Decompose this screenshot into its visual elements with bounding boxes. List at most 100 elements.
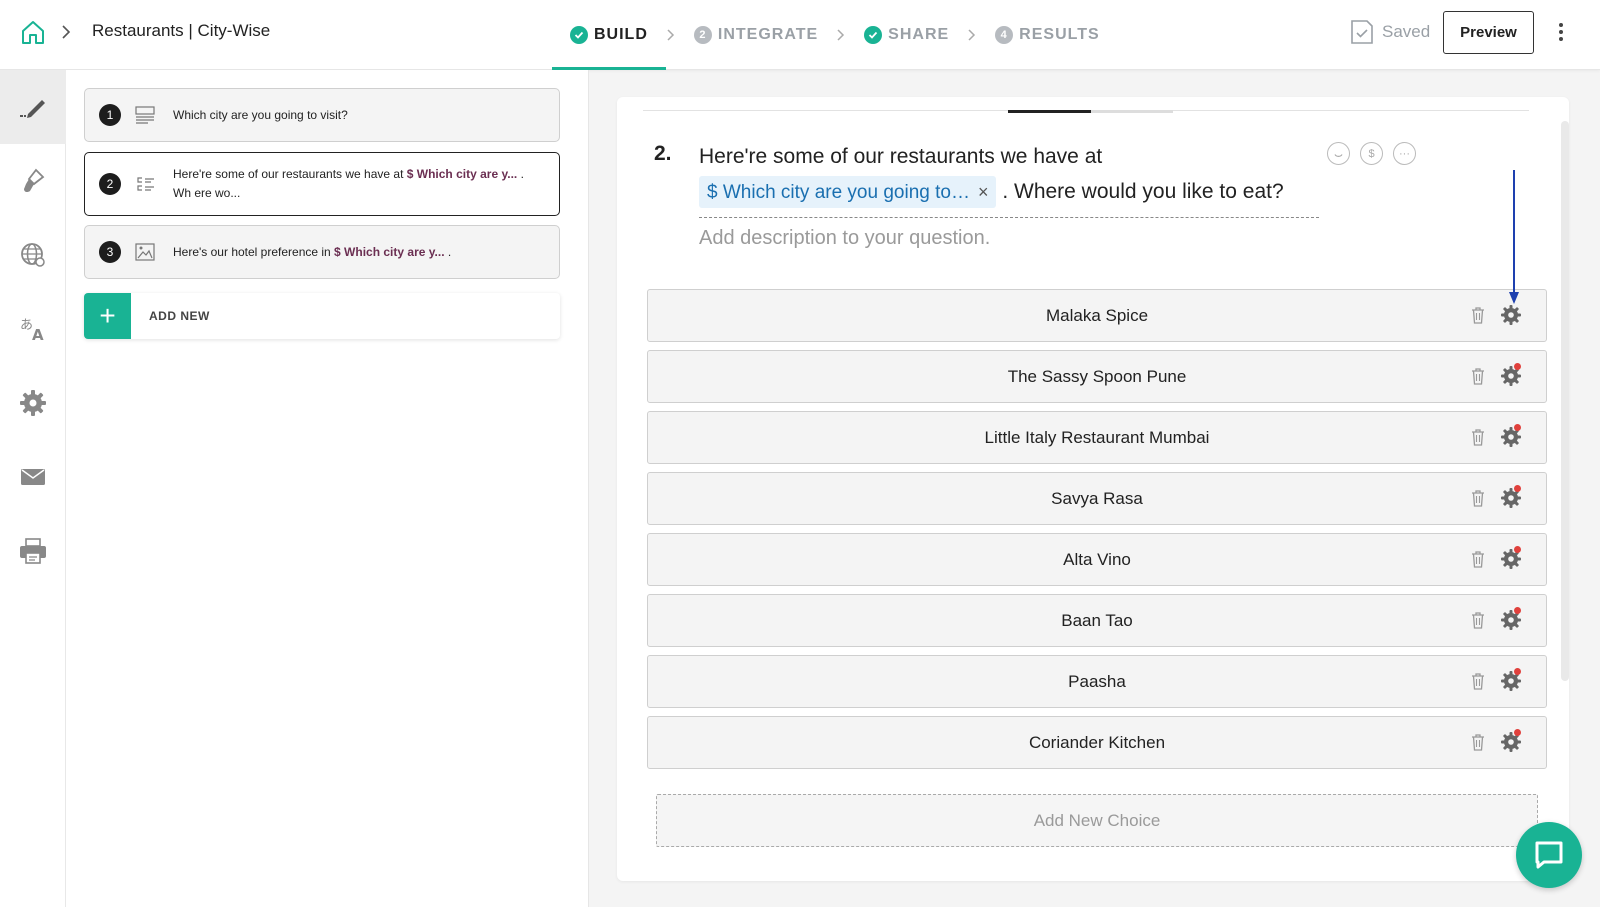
choice-row[interactable]: Little Italy Restaurant Mumbai xyxy=(647,411,1547,464)
question-title-input[interactable]: Here're some of our restaurants we have … xyxy=(699,139,1319,209)
add-new-choice-button[interactable]: Add New Choice xyxy=(656,794,1538,847)
trash-icon[interactable] xyxy=(1471,367,1485,385)
preview-button[interactable]: Preview xyxy=(1443,11,1534,54)
check-circle-icon xyxy=(864,26,883,44)
piped-field: $ Which city are y... xyxy=(406,167,518,181)
notification-dot xyxy=(1514,668,1521,675)
step-results[interactable]: 4 RESULTS xyxy=(977,0,1117,70)
choice-label[interactable]: Baan Tao xyxy=(648,595,1546,646)
question-number-badge: 3 xyxy=(99,241,121,263)
saved-status: Saved xyxy=(1350,19,1430,45)
text-icon xyxy=(135,106,155,124)
page-progress xyxy=(1008,110,1173,113)
choice-row[interactable]: Savya Rasa xyxy=(647,472,1547,525)
left-rail: あ A xyxy=(0,70,66,907)
chevron-right-icon xyxy=(667,29,674,41)
step-build-label: BUILD xyxy=(594,26,648,43)
choice-label[interactable]: The Sassy Spoon Pune xyxy=(648,351,1546,402)
question-list-panel: 1 Which city are you going to visit? 2 H… xyxy=(66,70,589,907)
page-progress-fill xyxy=(1008,110,1091,113)
trash-icon[interactable] xyxy=(1471,733,1485,751)
choice-row[interactable]: Alta Vino xyxy=(647,533,1547,586)
chevron-right-icon xyxy=(968,29,976,41)
choice-label[interactable]: Little Italy Restaurant Mumbai xyxy=(648,412,1546,463)
choice-row[interactable]: Coriander Kitchen xyxy=(647,716,1547,769)
divider xyxy=(699,217,1319,218)
smiley-icon[interactable] xyxy=(1327,142,1350,165)
notification-dot xyxy=(1514,729,1521,736)
notification-dot xyxy=(1514,546,1521,553)
dollar-icon[interactable]: $ xyxy=(1360,142,1383,165)
question-card-3[interactable]: 3 Here's our hotel preference in $ Which… xyxy=(84,225,560,279)
question-number: 2. xyxy=(654,142,672,165)
mail-icon xyxy=(21,469,45,485)
choice-list-icon xyxy=(137,177,154,191)
globe-icon xyxy=(21,243,45,267)
chevron-right-icon xyxy=(62,25,71,39)
rail-item-settings[interactable] xyxy=(0,366,66,440)
svg-text:A: A xyxy=(32,326,44,343)
trash-icon[interactable] xyxy=(1471,550,1485,568)
choice-row[interactable]: Baan Tao xyxy=(647,594,1547,647)
question-text-part: Here're some of our restaurants we have … xyxy=(173,167,407,181)
question-card-2[interactable]: 2 Here're some of our restaurants we hav… xyxy=(84,152,560,216)
choice-label[interactable]: Paasha xyxy=(648,656,1546,707)
trash-icon[interactable] xyxy=(1471,672,1485,690)
close-icon[interactable]: × xyxy=(978,175,989,210)
rail-item-email[interactable] xyxy=(0,440,66,514)
question-text: Which city are you going to visit? xyxy=(173,107,348,122)
chat-widget-button[interactable] xyxy=(1516,822,1582,888)
question-text: Here's our hotel preference in $ Which c… xyxy=(173,243,543,262)
step-results-label: RESULTS xyxy=(1019,26,1100,43)
gear-icon xyxy=(20,390,46,416)
question-toolbar: $ ··· xyxy=(1327,142,1416,165)
home-icon[interactable] xyxy=(20,19,46,45)
translate-icon: あ A xyxy=(20,318,44,343)
question-editor: 2. Here're some of our restaurants we ha… xyxy=(617,97,1569,881)
question-number-badge: 1 xyxy=(99,104,121,126)
choice-label[interactable]: Coriander Kitchen xyxy=(648,717,1546,768)
step-share[interactable]: SHARE xyxy=(846,0,967,70)
notification-dot xyxy=(1514,363,1521,370)
add-new-label: ADD NEW xyxy=(149,309,210,323)
choice-label[interactable]: Alta Vino xyxy=(648,534,1546,585)
rail-item-print[interactable] xyxy=(0,514,66,588)
question-number-badge: 2 xyxy=(99,173,121,195)
chevron-right-icon xyxy=(837,29,845,41)
question-text-part: Here's our hotel preference in xyxy=(173,244,335,259)
choice-row[interactable]: The Sassy Spoon Pune xyxy=(647,350,1547,403)
printer-icon xyxy=(20,538,46,564)
scrollbar[interactable] xyxy=(1561,121,1569,681)
check-circle-icon xyxy=(570,26,588,44)
step-build[interactable]: BUILD xyxy=(552,0,666,70)
chat-icon xyxy=(1535,841,1563,869)
trash-icon[interactable] xyxy=(1471,611,1485,629)
add-new-question-button[interactable]: + ADD NEW xyxy=(84,293,560,339)
rail-item-translate[interactable]: あ A xyxy=(0,292,66,366)
question-title-text: Here're some of our restaurants we have … xyxy=(699,145,1103,168)
piped-field-chip[interactable]: $ Which city are you going to… × xyxy=(699,175,997,210)
choice-row[interactable]: Paasha xyxy=(647,655,1547,708)
choice-label[interactable]: Malaka Spice xyxy=(648,290,1546,341)
rail-item-web[interactable] xyxy=(0,218,66,292)
trash-icon[interactable] xyxy=(1471,306,1485,324)
more-horizontal-icon[interactable]: ··· xyxy=(1393,142,1416,165)
more-vertical-icon[interactable] xyxy=(1556,20,1566,44)
trash-icon[interactable] xyxy=(1471,428,1485,446)
choice-label[interactable]: Savya Rasa xyxy=(648,473,1546,524)
step-integrate[interactable]: 2 INTEGRATE xyxy=(676,0,836,70)
rail-item-design[interactable] xyxy=(0,144,66,218)
choice-row[interactable]: Malaka Spice xyxy=(647,289,1547,342)
piped-field: $ Which city are y... xyxy=(334,244,445,259)
question-card-1[interactable]: 1 Which city are you going to visit? xyxy=(84,88,560,142)
edit-icon xyxy=(20,100,45,118)
notification-dot xyxy=(1514,607,1521,614)
rail-item-build[interactable] xyxy=(0,70,66,144)
paint-brush-icon xyxy=(24,168,45,193)
step-number-badge: 4 xyxy=(995,26,1014,44)
trash-icon[interactable] xyxy=(1471,489,1485,507)
question-text: Here're some of our restaurants we have … xyxy=(173,165,543,203)
step-number-badge: 2 xyxy=(693,26,712,44)
description-input[interactable]: Add description to your question. xyxy=(699,227,990,250)
step-share-label: SHARE xyxy=(888,26,950,43)
